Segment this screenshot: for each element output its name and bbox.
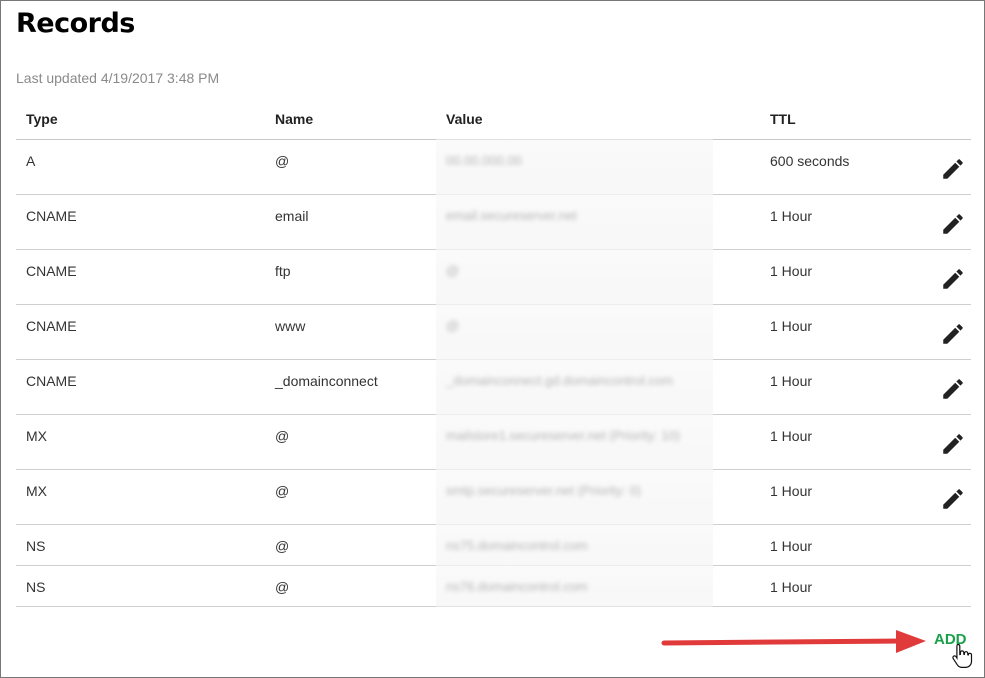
dns-records-table: Type Name Value TTL A @00.00.000.00 600 se… (16, 100, 971, 607)
cell-value: @ (446, 263, 460, 278)
cell-name: email (275, 208, 309, 224)
pencil-icon[interactable] (940, 321, 966, 347)
pencil-icon[interactable] (940, 486, 966, 512)
table-row: CNAME www @1 Hour (16, 304, 971, 360)
cell-ttl: 1 Hour (770, 538, 813, 554)
pencil-icon[interactable] (940, 266, 966, 292)
cell-ttl: 1 Hour (770, 318, 813, 334)
cell-ttl: 1 Hour (770, 483, 813, 499)
cell-value: 00.00.000.00 (446, 153, 522, 168)
header-value: Value (446, 111, 483, 127)
cell-name: @ (275, 428, 290, 444)
cell-value: ns75.domaincontrol.com (446, 538, 588, 553)
table-row: CNAME _domainconnect _domainconnect.gd.dom… (16, 359, 971, 415)
pencil-icon[interactable] (940, 211, 966, 237)
pencil-icon[interactable] (940, 431, 966, 457)
cell-value: ns76.domaincontrol.com (446, 579, 588, 594)
cell-type: CNAME (26, 318, 77, 334)
cell-value: @ (446, 318, 460, 333)
table-header: Type Name Value TTL (16, 100, 971, 140)
cell-type: MX (26, 483, 47, 499)
cell-type: NS (26, 579, 46, 595)
cell-name: @ (275, 538, 290, 554)
cell-type: CNAME (26, 208, 77, 224)
cell-type: CNAME (26, 373, 77, 389)
cell-value: email.secureserver.net (446, 208, 577, 223)
value-redaction (436, 304, 713, 360)
cell-name: www (275, 318, 306, 334)
header-type: Type (26, 111, 58, 127)
cell-ttl: 1 Hour (770, 579, 813, 595)
table-row: NS @ ns76.domaincontrol.com 1 Hour (16, 565, 971, 607)
table-row: MX @ mailstore1.secureserver.net (Priority… (16, 414, 971, 470)
cell-value: _domainconnect.gd.domaincontrol.com (446, 373, 673, 388)
cell-ttl: 1 Hour (770, 263, 813, 279)
cell-type: CNAME (26, 263, 77, 279)
cell-type: A (26, 153, 36, 169)
cell-ttl: 600 seconds (770, 153, 850, 169)
header-name: Name (275, 111, 314, 127)
cell-ttl: 1 Hour (770, 208, 813, 224)
pencil-icon[interactable] (940, 376, 966, 402)
table-row: CNAME email email.secureserver.net 1 Hour (16, 194, 971, 250)
cell-value: mailstore1.secureserver.net (Priority: 1… (446, 428, 681, 443)
table-row: CNAME ftp @1 Hour (16, 249, 971, 305)
cell-ttl: 1 Hour (770, 428, 813, 444)
cell-ttl: 1 Hour (770, 373, 813, 389)
cell-name: @ (275, 483, 290, 499)
cell-name: ftp (275, 263, 291, 279)
red-arrow-icon (661, 630, 926, 653)
table-row: MX @ smtp.secureserver.net (Priority: 0) 1 … (16, 469, 971, 525)
last-updated-text: Last updated 4/19/2017 3:48 PM (16, 70, 220, 86)
cell-type: NS (26, 538, 46, 554)
cell-name: _domainconnect (275, 373, 378, 389)
pencil-icon[interactable] (940, 156, 966, 182)
value-redaction (436, 249, 713, 305)
cell-value: smtp.secureserver.net (Priority: 0) (446, 483, 642, 498)
cell-type: MX (26, 428, 47, 444)
cell-name: @ (275, 579, 290, 595)
header-ttl: TTL (770, 111, 796, 127)
hand-pointer-icon (952, 643, 973, 668)
table-row: A @00.00.000.00 600 seconds (16, 139, 971, 195)
table-row: NS @ ns75.domaincontrol.com 1 Hour (16, 524, 971, 566)
page-title: Records (16, 8, 135, 39)
cell-name: @ (275, 153, 290, 169)
